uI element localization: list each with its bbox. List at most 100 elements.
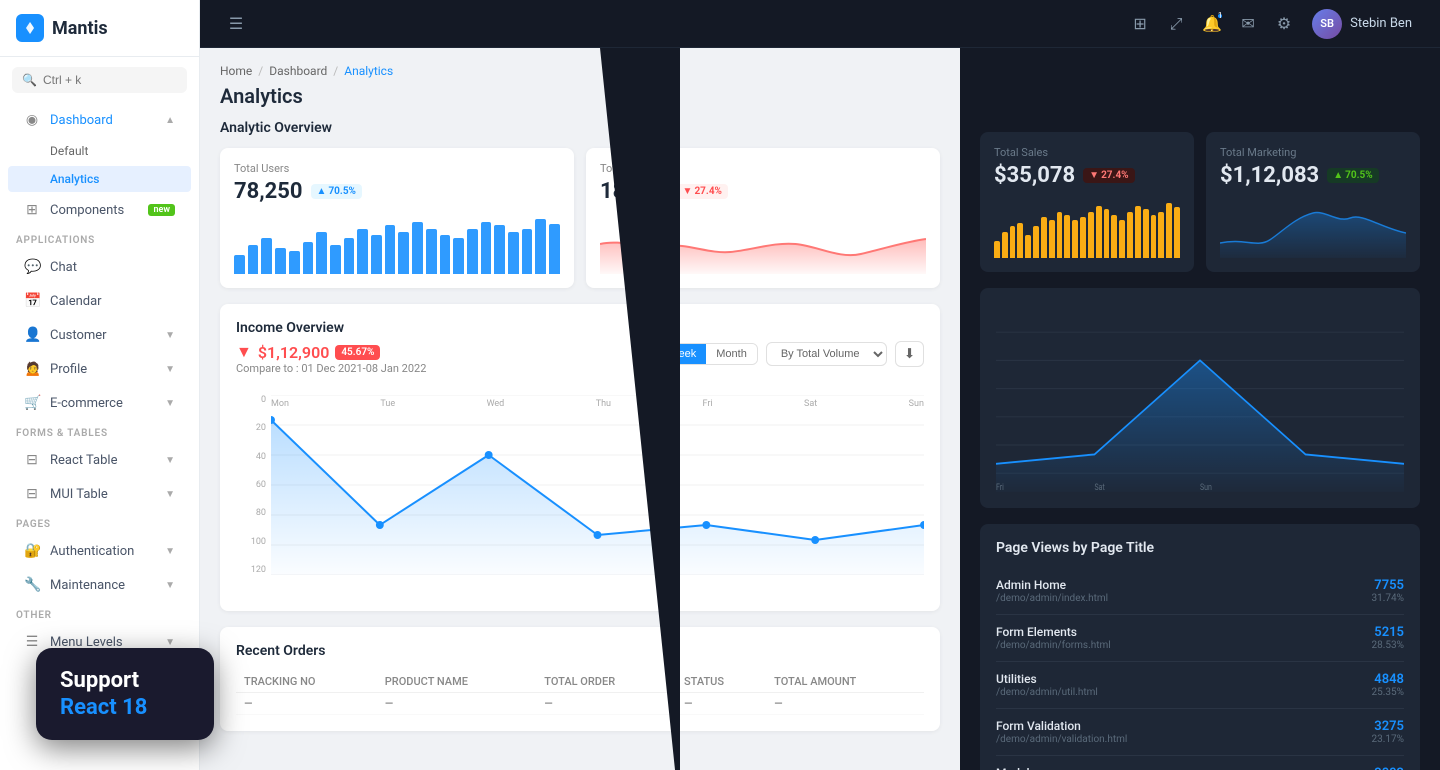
bar xyxy=(248,245,259,274)
svg-text:Fri: Fri xyxy=(996,482,1004,492)
month-button[interactable]: Month xyxy=(706,344,757,364)
sidebar-item-authentication[interactable]: 🔐 Authentication ▼ xyxy=(8,535,191,567)
dark-sales-value-row: $35,078 ▼ 27.4% xyxy=(994,163,1180,188)
auth-icon: 🔐 xyxy=(24,543,40,559)
apps-icon-button[interactable]: ⊞ xyxy=(1124,8,1156,40)
dark-panel: Total Sales $35,078 ▼ 27.4% Total Market… xyxy=(960,48,1440,770)
user-avatar-button[interactable]: SB Stebin Ben xyxy=(1304,5,1420,43)
pv-title-0: Admin Home xyxy=(996,578,1108,592)
dark-stat-card-sales: Total Sales $35,078 ▼ 27.4% xyxy=(980,132,1194,272)
col-tracking: TRACKING NO xyxy=(236,671,377,693)
content-area: Home / Dashboard / Analytics Analytics A… xyxy=(200,48,1440,770)
gold-bar xyxy=(1017,223,1023,258)
stat-orders-badge: ▼ 27.4% xyxy=(677,184,728,199)
pv-url-0: /demo/admin/index.html xyxy=(996,593,1108,604)
pv-count-1: 5215 xyxy=(1372,625,1404,640)
stat-users-title: Total Users xyxy=(234,162,560,175)
page-view-item-4: Modals /demo/admin/modals.html 3003 22.2… xyxy=(996,756,1404,770)
support-popup-line1: Support xyxy=(60,668,190,693)
stat-card-orders: Total Order 18,800 ▼ 27.4% xyxy=(586,148,940,288)
bar xyxy=(261,238,272,274)
gold-bar xyxy=(1088,212,1094,258)
gold-bar xyxy=(1057,212,1063,258)
dashboard-icon: ◉ xyxy=(24,112,40,128)
support-react-popup[interactable]: Support React 18 xyxy=(36,648,214,740)
download-button[interactable]: ⬇ xyxy=(895,341,924,367)
marketing-area-chart xyxy=(1220,198,1406,258)
fullscreen-button[interactable]: ⤢ xyxy=(1160,8,1192,40)
gold-bar xyxy=(1127,212,1133,258)
settings-button[interactable]: ⚙ xyxy=(1268,8,1300,40)
page-title: Analytics xyxy=(220,84,940,108)
bar xyxy=(467,229,478,274)
dark-sales-badge-value: 27.4% xyxy=(1101,170,1129,181)
section-label-forms: Forms & Tables xyxy=(0,420,199,443)
bar xyxy=(522,229,533,274)
header-right: ⊞ ⤢ 🔔 1 ✉ ⚙ SB Stebin Ben xyxy=(1124,5,1420,43)
breadcrumb-home[interactable]: Home xyxy=(220,64,252,78)
gold-bar xyxy=(1025,235,1031,258)
sidebar-item-components[interactable]: ⊞ Components new xyxy=(8,194,191,226)
calendar-icon: 📅 xyxy=(24,293,40,309)
chevron-down-icon-ecommerce: ▼ xyxy=(165,398,175,409)
dark-sales-badge: ▼ 27.4% xyxy=(1083,168,1134,183)
sidebar-item-ecommerce[interactable]: 🛒 E-commerce ▼ xyxy=(8,387,191,419)
stat-users-number: 78,250 xyxy=(234,179,303,204)
sidebar-item-calendar[interactable]: 📅 Calendar xyxy=(8,285,191,317)
sub-label-analytics: Analytics xyxy=(50,172,99,186)
volume-select[interactable]: By Total Volume xyxy=(766,342,887,366)
income-pct-badge: 45.67% xyxy=(335,345,380,360)
search-input[interactable] xyxy=(43,73,177,87)
income-controls: Week Month By Total Volume ⬇ xyxy=(657,341,924,367)
dark-marketing-title: Total Marketing xyxy=(1220,146,1406,159)
income-arrow-down-icon: ▼ xyxy=(236,342,252,362)
chevron-down-icon-profile: ▼ xyxy=(165,364,175,375)
arrow-down-icon: ▼ xyxy=(683,186,693,197)
sidebar-item-profile[interactable]: 🙍 Profile ▼ xyxy=(8,353,191,385)
sidebar-item-dashboard[interactable]: ◉ Dashboard ▲ xyxy=(8,104,191,136)
col-total-order: TOTAL ORDER xyxy=(536,671,676,693)
bar xyxy=(330,245,341,274)
menu-toggle-button[interactable]: ☰ xyxy=(220,8,252,40)
notifications-button[interactable]: 🔔 1 xyxy=(1196,8,1228,40)
svg-text:Sat: Sat xyxy=(1094,482,1105,492)
gold-bar xyxy=(1158,212,1164,258)
bar xyxy=(357,229,368,274)
dark-arrow-up-icon: ▲ xyxy=(1333,170,1343,181)
income-title-label: Income Overview ▼ $1,12,900 45.67% Compa… xyxy=(236,320,426,387)
search-bar[interactable]: 🔍 xyxy=(12,67,187,93)
sidebar-item-react-table[interactable]: ⊟ React Table ▼ xyxy=(8,444,191,476)
gold-bar xyxy=(1080,217,1086,258)
chart-y-axis: 120 100 80 60 40 20 0 xyxy=(236,395,266,575)
sidebar-item-default[interactable]: Default xyxy=(8,138,191,164)
section-label-applications: Applications xyxy=(0,227,199,250)
sidebar-label-dashboard: Dashboard xyxy=(50,113,155,128)
search-icon: 🔍 xyxy=(22,73,37,87)
sidebar-item-mui-table[interactable]: ⊟ MUI Table ▼ xyxy=(8,478,191,510)
week-button[interactable]: Week xyxy=(658,344,706,364)
new-badge: new xyxy=(148,204,175,216)
gold-bar xyxy=(1064,215,1070,258)
sidebar-label-ecommerce: E-commerce xyxy=(50,396,155,411)
sidebar-item-chat[interactable]: 💬 Chat xyxy=(8,251,191,283)
messages-button[interactable]: ✉ xyxy=(1232,8,1264,40)
sales-gold-bar-chart xyxy=(994,198,1180,258)
pv-title-1: Form Elements xyxy=(996,625,1111,639)
page-view-item-0: Admin Home /demo/admin/index.html 7755 3… xyxy=(996,568,1404,615)
sidebar-label-mui-table: MUI Table xyxy=(50,487,155,502)
page-views-section: Page Views by Page Title Admin Home /dem… xyxy=(980,524,1420,770)
stat-card-users: Total Users 78,250 ▲ 70.5% xyxy=(220,148,574,288)
sidebar-item-customer[interactable]: 👤 Customer ▼ xyxy=(8,319,191,351)
chevron-up-icon: ▲ xyxy=(165,115,175,126)
pv-pct-0: 31.74% xyxy=(1372,593,1404,604)
breadcrumb-dashboard[interactable]: Dashboard xyxy=(269,64,327,78)
income-overview-section: Income Overview ▼ $1,12,900 45.67% Compa… xyxy=(220,304,940,611)
chevron-down-icon-customer: ▼ xyxy=(165,330,175,341)
sidebar-item-maintenance[interactable]: 🔧 Maintenance ▼ xyxy=(8,569,191,601)
income-header: Income Overview ▼ $1,12,900 45.67% Compa… xyxy=(236,320,924,387)
bar xyxy=(371,235,382,274)
section-label-pages: Pages xyxy=(0,511,199,534)
customer-icon: 👤 xyxy=(24,327,40,343)
time-period-toggle: Week Month xyxy=(657,343,758,365)
sidebar-item-analytics[interactable]: Analytics xyxy=(8,166,191,192)
